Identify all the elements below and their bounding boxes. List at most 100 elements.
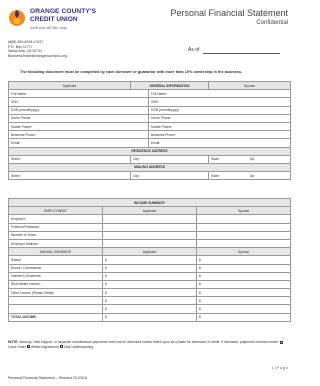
employment-applicant-field[interactable] bbox=[102, 222, 197, 232]
residence-city-field[interactable]: City: bbox=[130, 154, 210, 164]
footer-text: Personal Financial Statement – Revised 2… bbox=[8, 376, 87, 380]
applicant-field[interactable]: Full Name: bbox=[7, 89, 150, 99]
applicant-field[interactable]: Mobile Phone: bbox=[7, 121, 150, 132]
oral-understanding-label: Oral Understanding bbox=[63, 344, 94, 349]
earnings-row: Real Estate Income: $ $ bbox=[8, 279, 292, 290]
general-info-row: Email: Email: bbox=[7, 138, 292, 148]
spouse-field[interactable]: Mobile Phone: bbox=[148, 121, 292, 132]
employment-spouse-field[interactable] bbox=[195, 222, 292, 232]
spouse-field[interactable]: Home Phone: bbox=[148, 113, 292, 123]
general-info-row: Mobile Phone: Mobile Phone: bbox=[7, 121, 292, 132]
mailing-street-field[interactable]: Street: bbox=[7, 171, 132, 181]
earnings-spouse-field[interactable]: $ bbox=[195, 296, 292, 306]
employment-label: Number of Years: bbox=[8, 230, 103, 240]
annual-earnings-header: ANNUAL EARNINGS bbox=[8, 247, 103, 257]
logo-line-1: ORANGE COUNTY'S bbox=[30, 8, 97, 15]
total-applicant-field[interactable]: $ bbox=[102, 312, 197, 322]
mailing-state-zip-field[interactable]: State: Zip: bbox=[208, 171, 292, 181]
earnings-spouse-field[interactable]: $ bbox=[195, 271, 292, 281]
general-info-row: Business Phone: Business Phone: bbox=[7, 130, 292, 140]
spouse-field[interactable]: Email: bbox=[148, 138, 292, 148]
earnings-label: Real Estate Income: bbox=[8, 279, 103, 290]
employment-label: Employer Address: bbox=[8, 238, 103, 249]
applicant-field[interactable]: Email: bbox=[7, 138, 150, 148]
total-spouse-field[interactable]: $ bbox=[195, 312, 292, 322]
earnings-applicant-header: Applicant bbox=[102, 247, 197, 257]
earnings-applicant-field[interactable]: $ bbox=[102, 263, 197, 273]
note-label: NOTE: bbox=[8, 340, 19, 344]
orange-logo-icon bbox=[9, 10, 25, 26]
zip-label: Zip: bbox=[249, 157, 256, 162]
court-order-checkbox[interactable] bbox=[280, 340, 284, 344]
state-label: State: bbox=[211, 157, 220, 162]
income-summary-table: INCOME SUMMARY EMPLOYMENT Applicant Spou… bbox=[7, 197, 292, 322]
earnings-applicant-field[interactable]: $ bbox=[102, 304, 197, 314]
employment-spouse-field[interactable] bbox=[195, 214, 292, 224]
applicant-field[interactable]: SSN: bbox=[7, 97, 150, 107]
earnings-applicant-field[interactable]: $ bbox=[102, 288, 197, 298]
general-info-row: SSN: SSN: bbox=[7, 97, 292, 107]
earnings-spouse-field[interactable]: $ bbox=[195, 288, 292, 298]
email-text: BusinessTeam@orangecountycu.org bbox=[8, 53, 67, 58]
applicant-field[interactable]: Home Phone: bbox=[7, 113, 150, 123]
spouse-header: Spouse bbox=[208, 80, 292, 91]
employment-row: Number of Years: bbox=[8, 230, 292, 240]
spouse-field[interactable]: Business Phone: bbox=[148, 130, 292, 140]
notice-text: The following document must be completed… bbox=[20, 70, 243, 74]
earnings-row: $ $ bbox=[8, 304, 292, 314]
earnings-spouse-field[interactable]: $ bbox=[195, 263, 292, 273]
earnings-spouse-field[interactable]: $ bbox=[195, 255, 292, 265]
employment-label: Position/Profession: bbox=[8, 222, 103, 232]
earnings-applicant-field[interactable]: $ bbox=[102, 271, 197, 281]
earnings-row: Bonus / Commission: $ $ bbox=[8, 263, 292, 273]
earnings-label bbox=[8, 304, 103, 314]
earnings-row: Interest & Dividends: $ $ bbox=[8, 271, 292, 281]
mailing-city-field[interactable]: City: bbox=[130, 171, 210, 181]
residence-state-zip-field[interactable]: State: Zip: bbox=[208, 154, 292, 164]
employment-header-row: EMPLOYMENT Applicant Spouse bbox=[8, 206, 292, 216]
earnings-spouse-field[interactable]: $ bbox=[195, 279, 292, 290]
earnings-label bbox=[8, 296, 103, 306]
earnings-label: Bonus / Commission: bbox=[8, 263, 103, 273]
as-of-label: As of bbox=[188, 47, 200, 53]
employment-applicant-field[interactable] bbox=[102, 238, 197, 249]
employment-spouse-field[interactable] bbox=[195, 238, 292, 249]
spouse-field[interactable]: SSN: bbox=[148, 97, 292, 107]
earnings-applicant-field[interactable]: $ bbox=[102, 279, 197, 290]
employment-row: Position/Profession: bbox=[8, 222, 292, 232]
applicant-header: Applicant bbox=[7, 80, 132, 91]
employment-applicant-field[interactable] bbox=[102, 214, 197, 224]
alimony-note: NOTE: Alimony, child support, or separat… bbox=[8, 340, 290, 349]
logo-tagline: with you all the way bbox=[30, 25, 68, 30]
earnings-spouse-header: Spouse bbox=[195, 247, 292, 257]
earnings-label: Salary: bbox=[8, 255, 103, 265]
earnings-row: $ $ bbox=[8, 296, 292, 306]
employment-applicant-field[interactable] bbox=[102, 230, 197, 240]
document-page: ORANGE COUNTY'S CREDIT UNION with you al… bbox=[0, 0, 298, 386]
total-income-label: TOTAL INCOME: bbox=[8, 312, 103, 322]
applicant-field[interactable]: DOB (mm/dd/yyyy): bbox=[7, 105, 150, 115]
spouse-field[interactable]: Full Name: bbox=[148, 89, 292, 99]
zip-label: Zip: bbox=[249, 173, 256, 178]
earnings-applicant-field[interactable]: $ bbox=[102, 255, 197, 265]
spouse-field[interactable]: DOB (mm/dd/yyyy): bbox=[148, 105, 292, 115]
note-text: Alimony, child support, or separate main… bbox=[19, 340, 279, 344]
earnings-spouse-field[interactable]: $ bbox=[195, 304, 292, 314]
earnings-label: Other Income (Please Detail): bbox=[8, 288, 103, 298]
court-order-label: Court Order bbox=[8, 344, 26, 349]
employment-spouse-field[interactable] bbox=[195, 230, 292, 240]
general-information-table: Applicant GENERAL INFORMATION Spouse Ful… bbox=[7, 80, 292, 181]
credit-union-logo: ORANGE COUNTY'S CREDIT UNION with you al… bbox=[8, 6, 118, 40]
earnings-row: Other Income (Please Detail): $ $ bbox=[8, 288, 292, 298]
residence-street-field[interactable]: Street: bbox=[7, 154, 132, 164]
page-title: Personal Financial Statement bbox=[170, 8, 288, 18]
as-of-field[interactable] bbox=[203, 53, 280, 54]
employment-label: Employer: bbox=[8, 214, 103, 224]
written-agreement-label: Written Agreement bbox=[30, 344, 59, 349]
total-income-row: TOTAL INCOME: $ $ bbox=[8, 312, 292, 322]
applicant-field[interactable]: Business Phone: bbox=[7, 130, 150, 140]
contact-address: (888) 354.6228 x7437 P.O. Box 11777 Sant… bbox=[8, 40, 67, 58]
state-label: State: bbox=[211, 173, 220, 178]
income-summary-header: INCOME SUMMARY bbox=[7, 197, 292, 208]
earnings-applicant-field[interactable]: $ bbox=[102, 296, 197, 306]
